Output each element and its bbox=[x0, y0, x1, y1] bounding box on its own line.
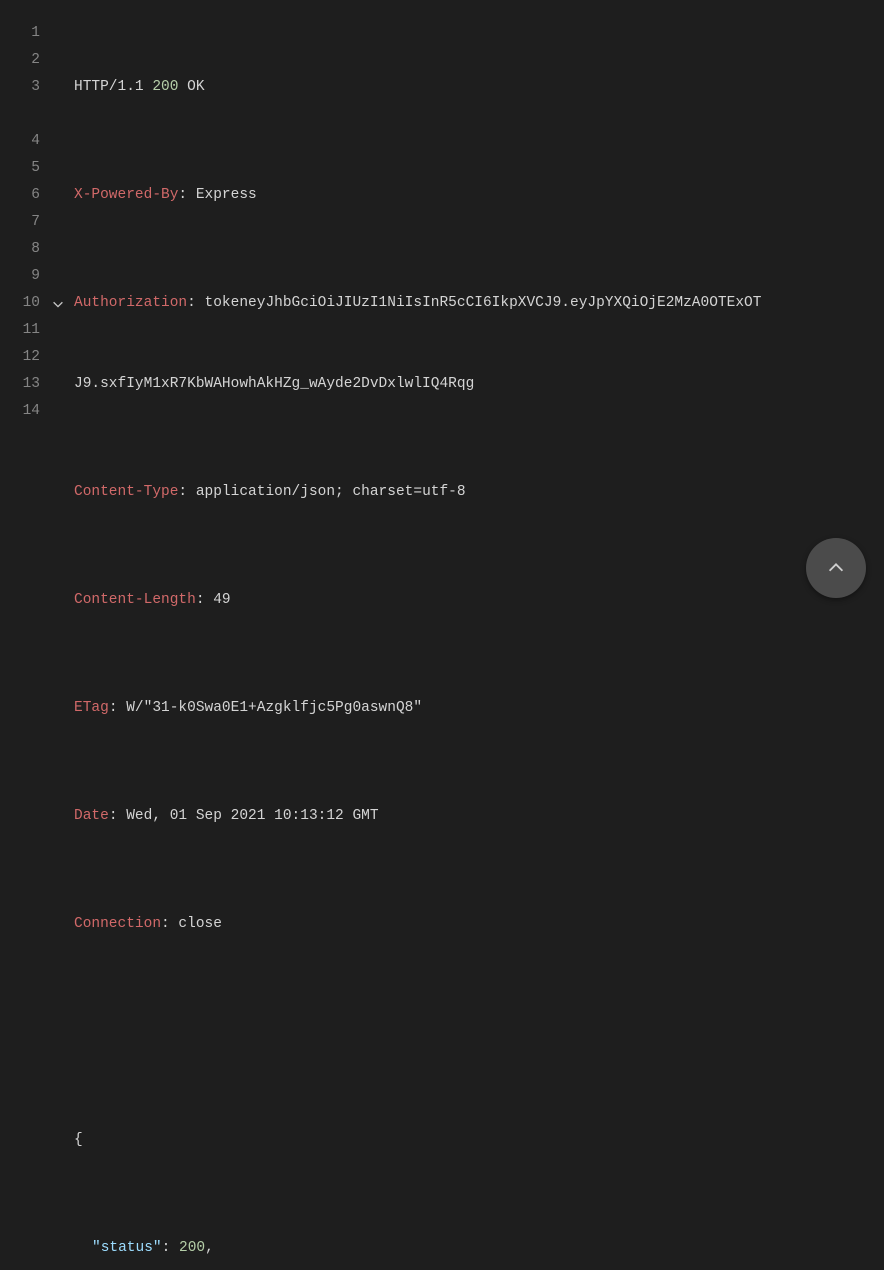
code-content[interactable]: HTTP/1.1 200 OK X-Powered-By: Express Au… bbox=[68, 20, 884, 1270]
line-number: 4 bbox=[0, 128, 48, 155]
header-value-wrap: J9.sxfIyM1xR7KbWAHowhAkHZg_wAyde2DvDxlwl… bbox=[74, 376, 474, 392]
header-name: Content-Length bbox=[74, 592, 196, 608]
header-name: Connection bbox=[74, 916, 161, 932]
line-number: 3 bbox=[0, 74, 48, 101]
http-reason: OK bbox=[187, 79, 204, 95]
code-line: HTTP/1.1 200 OK bbox=[74, 74, 864, 101]
line-number: 7 bbox=[0, 209, 48, 236]
line-number: 5 bbox=[0, 155, 48, 182]
code-line-empty bbox=[74, 1019, 864, 1046]
header-name: Content-Type bbox=[74, 484, 178, 500]
code-editor: 1 2 3 4 5 6 7 8 9 10 11 12 13 14 HTTP/1.… bbox=[0, 0, 884, 1270]
fold-toggle[interactable] bbox=[48, 290, 68, 317]
code-line-wrap: J9.sxfIyM1xR7KbWAHowhAkHZg_wAyde2DvDxlwl… bbox=[74, 371, 864, 398]
line-number-gutter: 1 2 3 4 5 6 7 8 9 10 11 12 13 14 bbox=[0, 20, 48, 1270]
header-name: Authorization bbox=[74, 295, 187, 311]
code-line: ETag: W/"31-k0Swa0E1+Azgklfjc5Pg0aswnQ8" bbox=[74, 695, 864, 722]
line-number: 13 bbox=[0, 371, 48, 398]
code-line: Content-Length: 49 bbox=[74, 587, 864, 614]
code-line: Date: Wed, 01 Sep 2021 10:13:12 GMT bbox=[74, 803, 864, 830]
line-number: 12 bbox=[0, 344, 48, 371]
code-line: X-Powered-By: Express bbox=[74, 182, 864, 209]
line-number: 11 bbox=[0, 317, 48, 344]
http-status-code: 200 bbox=[152, 79, 178, 95]
header-value: Express bbox=[196, 187, 257, 203]
header-value: application/json; charset=utf-8 bbox=[196, 484, 466, 500]
chevron-down-icon bbox=[51, 297, 65, 311]
header-value: Wed, 01 Sep 2021 10:13:12 GMT bbox=[126, 808, 378, 824]
line-number: 1 bbox=[0, 20, 48, 47]
fold-gutter bbox=[48, 20, 68, 1270]
chevron-up-icon bbox=[825, 557, 847, 579]
header-value: close bbox=[178, 916, 222, 932]
line-number: 14 bbox=[0, 398, 48, 425]
line-number bbox=[0, 101, 48, 128]
header-value: tokeneyJhbGciOiJIUzI1NiIsInR5cCI6IkpXVCJ… bbox=[205, 295, 762, 311]
header-name: X-Powered-By bbox=[74, 187, 178, 203]
line-number: 6 bbox=[0, 182, 48, 209]
header-name: ETag bbox=[74, 700, 109, 716]
code-line: Authorization: tokeneyJhbGciOiJIUzI1NiIs… bbox=[74, 290, 864, 317]
header-value: W/"31-k0Swa0E1+Azgklfjc5Pg0aswnQ8" bbox=[126, 700, 422, 716]
line-number: 8 bbox=[0, 236, 48, 263]
code-line: "status": 200, bbox=[74, 1235, 864, 1262]
line-number: 2 bbox=[0, 47, 48, 74]
code-line: Connection: close bbox=[74, 911, 864, 938]
http-protocol: HTTP/1.1 bbox=[74, 79, 144, 95]
line-number: 10 bbox=[0, 290, 48, 317]
json-key: "status" bbox=[92, 1240, 162, 1256]
line-number: 9 bbox=[0, 263, 48, 290]
header-name: Date bbox=[74, 808, 109, 824]
code-line: Content-Type: application/json; charset=… bbox=[74, 479, 864, 506]
scroll-to-top-button[interactable] bbox=[806, 538, 866, 598]
json-brace-open: { bbox=[74, 1132, 83, 1148]
code-line: { bbox=[74, 1127, 864, 1154]
json-value: 200 bbox=[179, 1240, 205, 1256]
header-value: 49 bbox=[213, 592, 230, 608]
